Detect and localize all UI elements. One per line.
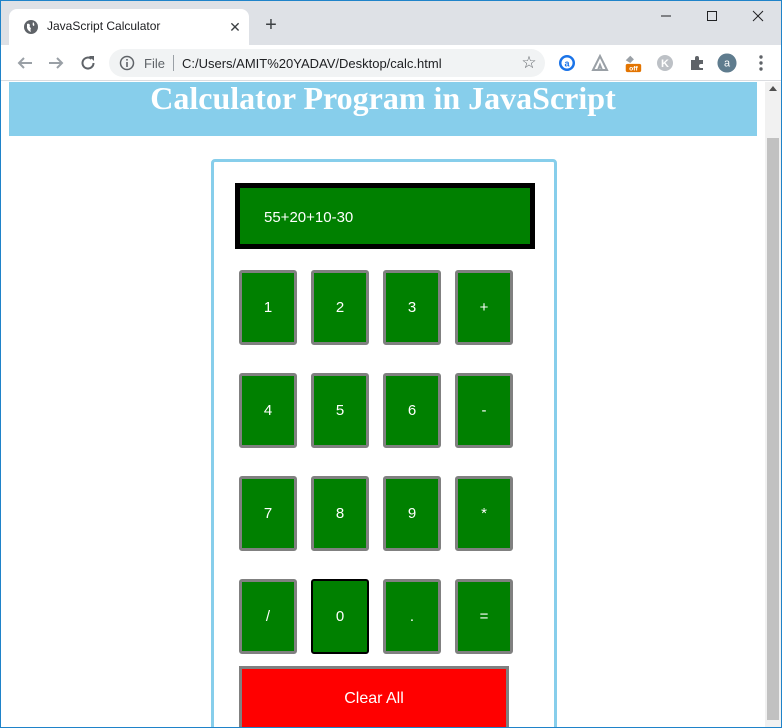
- key-2-button[interactable]: 2: [311, 270, 369, 345]
- key-8-button[interactable]: 8: [311, 476, 369, 551]
- key-1-button[interactable]: 1: [239, 270, 297, 345]
- arrow-right-icon: [49, 57, 64, 69]
- key-5-button[interactable]: 5: [311, 373, 369, 448]
- globe-icon: [23, 19, 39, 35]
- minimize-icon: [661, 15, 671, 17]
- reload-icon: [81, 56, 95, 70]
- info-icon[interactable]: [119, 55, 135, 71]
- tab-close-icon[interactable]: ✕: [227, 19, 243, 35]
- tab-title: JavaScript Calculator: [47, 19, 161, 33]
- scheme-label: File: [144, 56, 165, 71]
- svg-text:K: K: [661, 58, 669, 70]
- page-header: Calculator Program in JavaScript: [9, 82, 757, 136]
- maximize-icon: [707, 11, 717, 21]
- page-viewport: Calculator Program in JavaScript 55+20+1…: [1, 82, 765, 727]
- extension-off-icon[interactable]: off: [623, 53, 643, 73]
- close-icon: [752, 10, 764, 22]
- extension-tent-icon[interactable]: [590, 53, 610, 73]
- calculator: 55+20+10-30 1 2 3 +4 5 6- 7 8 9 * /0. = Clear All: [211, 159, 557, 727]
- key-multiply-button[interactable]: *: [455, 476, 513, 551]
- vertical-scrollbar[interactable]: [765, 82, 781, 727]
- browser-toolbar: File C:/Users/AMIT%20YADAV/Desktop/calc.…: [1, 45, 781, 81]
- omnibox-divider: [173, 55, 174, 71]
- extension-a-icon[interactable]: a: [557, 53, 577, 73]
- address-bar[interactable]: File C:/Users/AMIT%20YADAV/Desktop/calc.…: [109, 49, 545, 77]
- window-close-button[interactable]: [735, 1, 781, 31]
- key-0-button[interactable]: 0: [311, 579, 369, 654]
- key-4-button[interactable]: 4: [239, 373, 297, 448]
- profile-avatar[interactable]: a: [717, 53, 737, 73]
- arrow-left-icon: [17, 57, 32, 69]
- page-title: Calculator Program in JavaScript: [150, 82, 616, 116]
- scroll-up-arrow-icon[interactable]: [769, 86, 777, 91]
- browser-tab[interactable]: JavaScript Calculator ✕: [9, 9, 249, 45]
- new-tab-button[interactable]: +: [261, 15, 281, 35]
- browser-menu-icon[interactable]: [751, 53, 771, 73]
- key-equals-button[interactable]: =: [455, 579, 513, 654]
- tab-strip: JavaScript Calculator ✕ +: [1, 1, 781, 45]
- key-3-button[interactable]: 3: [383, 270, 441, 345]
- key-decimal-button[interactable]: .: [383, 579, 441, 654]
- bookmark-star-icon[interactable]: ☆: [519, 53, 539, 73]
- maximize-button[interactable]: [689, 1, 735, 31]
- key-9-button[interactable]: 9: [383, 476, 441, 551]
- calculator-display[interactable]: 55+20+10-30: [235, 183, 535, 249]
- key-minus-button[interactable]: -: [455, 373, 513, 448]
- minimize-button[interactable]: [643, 1, 689, 31]
- extension-k-icon[interactable]: K: [655, 53, 675, 73]
- key-plus-button[interactable]: +: [455, 270, 513, 345]
- key-6-button[interactable]: 6: [383, 373, 441, 448]
- back-button[interactable]: [15, 53, 35, 73]
- extensions-puzzle-icon[interactable]: [687, 53, 707, 73]
- profile-initial: a: [724, 58, 731, 70]
- reload-button[interactable]: [78, 53, 98, 73]
- browser-window: JavaScript Calculator ✕ + File C:/Users/…: [0, 0, 782, 728]
- forward-button[interactable]: [46, 53, 66, 73]
- key-7-button[interactable]: 7: [239, 476, 297, 551]
- scrollbar-thumb[interactable]: [767, 138, 779, 720]
- url-text[interactable]: C:/Users/AMIT%20YADAV/Desktop/calc.html: [182, 56, 442, 71]
- extension-badge: off: [629, 66, 638, 73]
- clear-all-button[interactable]: Clear All: [239, 666, 509, 727]
- key-divide-button[interactable]: /: [239, 579, 297, 654]
